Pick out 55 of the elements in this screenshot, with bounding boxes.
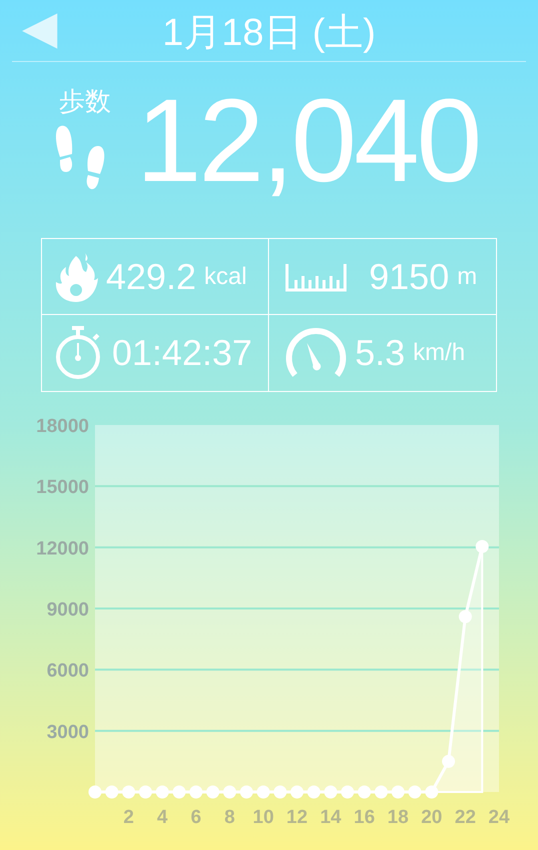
x-axis-label: 18 xyxy=(387,807,409,828)
y-axis-label: 15000 xyxy=(36,477,89,498)
y-axis-label: 18000 xyxy=(36,416,89,437)
data-point xyxy=(341,786,354,798)
speed-value: 5.3 xyxy=(355,335,406,371)
data-point xyxy=(190,786,202,798)
data-point xyxy=(105,786,118,798)
time-value: 01:42:37 xyxy=(112,335,252,371)
x-axis-label: 14 xyxy=(320,807,342,828)
unit-label: km/h xyxy=(413,341,466,365)
x-axis-label: 10 xyxy=(252,807,274,828)
calories-value: 429.2 xyxy=(106,258,196,294)
data-point xyxy=(156,786,169,798)
ruler-icon xyxy=(285,262,347,292)
data-point xyxy=(408,786,422,798)
x-axis-label: 16 xyxy=(354,807,375,828)
data-point xyxy=(206,786,220,798)
distance-value: 9150 xyxy=(369,258,450,294)
data-point xyxy=(425,786,438,798)
data-point xyxy=(290,786,304,798)
date-title: 1月18日 (土) xyxy=(162,14,376,52)
x-axis-label: 2 xyxy=(123,807,134,828)
y-axis-label: 9000 xyxy=(46,600,89,620)
data-point xyxy=(374,786,388,798)
x-axis-label: 4 xyxy=(157,807,168,828)
data-point xyxy=(392,786,404,798)
data-point xyxy=(324,786,338,798)
speedometer-icon xyxy=(285,327,347,379)
data-point xyxy=(122,786,136,798)
data-point xyxy=(442,754,455,768)
steps-label: 歩数 xyxy=(59,88,111,114)
data-point xyxy=(139,786,152,798)
data-point xyxy=(274,786,287,798)
x-axis-label: 24 xyxy=(488,807,510,828)
x-axis-label: 22 xyxy=(454,807,476,828)
data-point xyxy=(223,786,236,798)
unit-label: m xyxy=(457,264,478,288)
y-axis-label: 6000 xyxy=(46,660,89,682)
unit-label: kcal xyxy=(204,264,247,288)
back-button[interactable]: ◀ xyxy=(22,4,57,50)
data-point xyxy=(458,610,472,624)
x-axis-label: 12 xyxy=(286,807,308,828)
data-point xyxy=(358,786,371,798)
x-axis-label: 8 xyxy=(224,807,235,828)
data-point xyxy=(476,540,489,554)
data-point xyxy=(88,786,102,798)
data-point xyxy=(172,786,186,798)
data-point xyxy=(307,786,320,798)
y-axis-label: 12000 xyxy=(36,538,89,560)
x-axis-label: 6 xyxy=(190,807,202,828)
y-axis-label: 3000 xyxy=(46,722,89,743)
x-axis-label: 20 xyxy=(421,807,442,828)
data-point xyxy=(256,786,270,798)
data-point xyxy=(240,786,253,798)
step-count: 12,040 xyxy=(136,82,480,200)
